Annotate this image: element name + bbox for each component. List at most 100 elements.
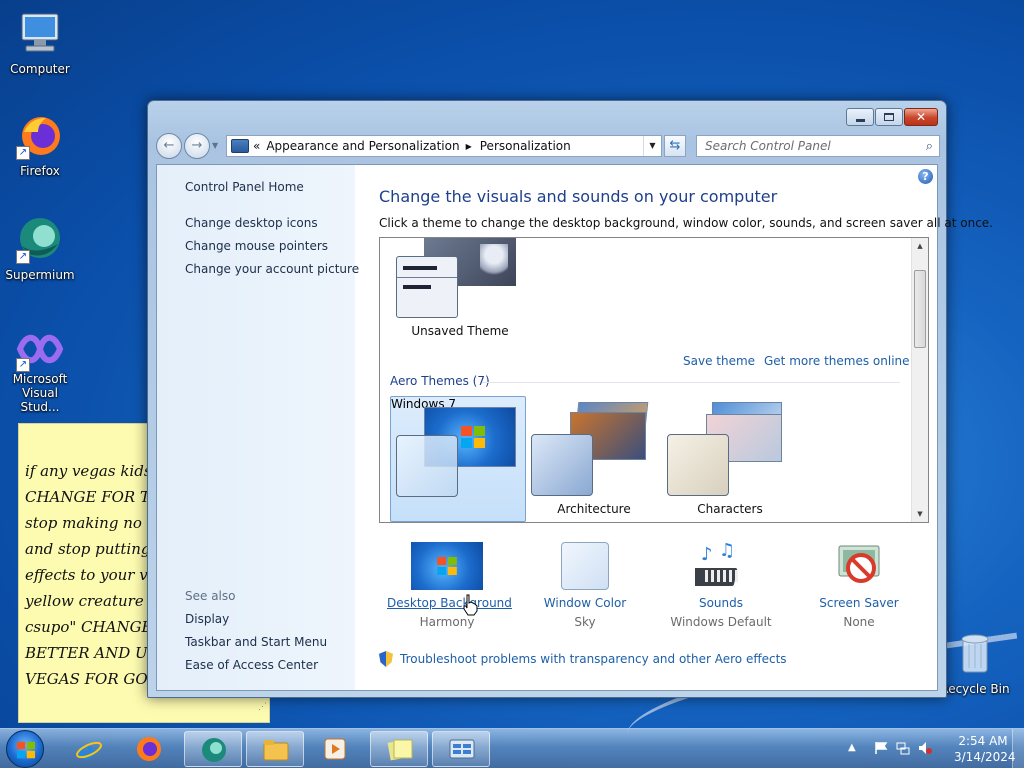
architecture-window-preview xyxy=(531,434,593,496)
address-bar[interactable]: « Appearance and Personalization ▶ Perso… xyxy=(226,135,662,157)
refresh-button[interactable]: ⇆ xyxy=(664,135,686,157)
sounds-setting[interactable]: ♪ ♫ Sounds Windows Default xyxy=(661,540,781,629)
breadcrumb-personalization[interactable]: Personalization xyxy=(480,139,571,153)
back-arrow-icon: ← xyxy=(163,138,175,153)
taskbar-media-player[interactable] xyxy=(306,731,364,767)
unsaved-theme-window-preview xyxy=(396,256,458,318)
desktop-background-setting[interactable]: Desktop Background Harmony xyxy=(387,542,512,629)
forward-button[interactable]: → xyxy=(184,133,210,159)
section-divider xyxy=(482,382,900,383)
change-mouse-pointers-link[interactable]: Change mouse pointers xyxy=(185,239,328,253)
breadcrumb-appearance[interactable]: Appearance and Personalization xyxy=(266,139,459,153)
theme-architecture[interactable]: Architecture xyxy=(530,396,658,522)
window-color-value: Sky xyxy=(574,615,596,629)
control-panel-home-link[interactable]: Control Panel Home xyxy=(185,180,304,194)
media-player-icon xyxy=(324,738,346,760)
taskbar-control-panel[interactable] xyxy=(432,731,490,767)
save-theme-link[interactable]: Save theme xyxy=(683,354,755,368)
search-icon[interactable]: ⌕ xyxy=(926,139,933,154)
sounds-icon: ♪ ♫ xyxy=(690,540,747,590)
volume-muted-icon[interactable] xyxy=(918,741,932,755)
scroll-up-icon[interactable]: ▲ xyxy=(912,238,928,254)
theme-label: Unsaved Theme xyxy=(411,324,509,338)
back-button[interactable]: ← xyxy=(156,133,182,159)
clock-date: 3/14/2024 xyxy=(954,750,1016,764)
desktop-background-icon xyxy=(411,542,483,590)
action-center-flag-icon[interactable] xyxy=(874,741,888,755)
recent-pages-dropdown-icon[interactable]: ▼ xyxy=(212,141,218,150)
desktop-icon-firefox[interactable]: ↗ Firefox xyxy=(0,112,80,178)
page-subtitle: Click a theme to change the desktop back… xyxy=(379,216,993,230)
shortcut-arrow-icon: ↗ xyxy=(16,358,30,372)
computer-icon xyxy=(16,10,64,58)
breadcrumb-overflow[interactable]: « xyxy=(253,139,260,153)
desktop-background-link[interactable]: Desktop Background xyxy=(387,596,512,610)
clock[interactable]: 2:54 AM 3/14/2024 xyxy=(954,733,1016,765)
address-dropdown-icon[interactable]: ▼ xyxy=(643,136,661,156)
firefox-icon: ↗ xyxy=(16,112,64,160)
troubleshoot-link[interactable]: Troubleshoot problems with transparency … xyxy=(379,651,787,667)
aero-themes-heading: Aero Themes (7) xyxy=(390,374,490,388)
maximize-button[interactable] xyxy=(875,108,903,126)
sounds-link[interactable]: Sounds xyxy=(661,596,781,610)
taskbar-internet-explorer[interactable]: e xyxy=(60,731,118,767)
desktop-icon-recycle-bin[interactable]: Recycle Bin xyxy=(935,630,1015,696)
help-icon[interactable]: ? xyxy=(918,169,933,184)
change-desktop-icons-link[interactable]: Change desktop icons xyxy=(185,216,318,230)
taskbar-supermium[interactable] xyxy=(184,731,242,767)
start-button[interactable] xyxy=(6,730,44,768)
window-color-icon xyxy=(561,542,609,590)
search-input[interactable]: Search Control Panel ⌕ xyxy=(696,135,940,157)
personalization-window: ✕ ← → ▼ « Appearance and Personalization… xyxy=(147,100,993,698)
desktop-icon-visual-studio[interactable]: ↗ Microsoft Visual Stud... xyxy=(0,330,80,414)
theme-characters[interactable]: Characters xyxy=(666,396,794,522)
desktop-icon-label: Computer xyxy=(10,62,70,76)
control-panel-icon xyxy=(449,739,475,759)
show-desktop-button[interactable] xyxy=(1012,729,1024,768)
refresh-icon: ⇆ xyxy=(669,138,681,153)
recycle-bin-icon xyxy=(951,630,999,678)
theme-list[interactable]: Unsaved Theme Save theme Get more themes… xyxy=(379,237,929,523)
clock-time: 2:54 AM xyxy=(958,734,1008,748)
theme-windows-7[interactable]: Windows 7 xyxy=(390,396,526,522)
page-title: Change the visuals and sounds on your co… xyxy=(379,187,778,206)
scroll-down-icon[interactable]: ▼ xyxy=(912,506,928,522)
hand-cursor-icon xyxy=(463,594,478,616)
theme-list-scrollbar[interactable]: ▲ ▼ xyxy=(911,238,928,522)
windows-logo-icon xyxy=(17,741,35,759)
theme-unsaved[interactable]: Unsaved Theme xyxy=(380,238,540,338)
window-color-setting[interactable]: Window Color Sky xyxy=(525,542,645,629)
desktop-background-value: Harmony xyxy=(419,615,475,629)
taskbar-start-menu-link[interactable]: Taskbar and Start Menu xyxy=(185,635,327,649)
close-icon: ✕ xyxy=(915,110,927,124)
ease-of-access-link[interactable]: Ease of Access Center xyxy=(185,658,318,672)
taskbar-sticky-notes[interactable] xyxy=(370,731,428,767)
breadcrumb-separator-icon[interactable]: ▶ xyxy=(466,142,472,151)
window-color-link[interactable]: Window Color xyxy=(525,596,645,610)
screen-saver-setting[interactable]: Screen Saver None xyxy=(799,542,919,629)
forward-arrow-icon: → xyxy=(191,138,203,153)
control-panel-icon xyxy=(231,139,249,153)
desktop-icon-label: Microsoft Visual Stud... xyxy=(12,372,68,414)
shortcut-arrow-icon: ↗ xyxy=(16,146,30,160)
sounds-value: Windows Default xyxy=(670,615,772,629)
desktop-icon-computer[interactable]: Computer xyxy=(0,10,80,76)
show-hidden-icons-icon[interactable]: ▲ xyxy=(848,742,856,753)
minimize-button[interactable] xyxy=(846,108,874,126)
get-more-themes-link[interactable]: Get more themes online xyxy=(764,354,910,368)
desktop-icon-supermium[interactable]: ↗ Supermium xyxy=(0,216,80,282)
taskbar-explorer[interactable] xyxy=(246,731,304,767)
maximize-icon xyxy=(884,113,894,121)
content-area: Control Panel Home Change desktop icons … xyxy=(156,164,993,691)
change-account-picture-link[interactable]: Change your account picture xyxy=(185,262,359,276)
svg-text:♫: ♫ xyxy=(719,542,735,561)
system-tray: ▲ 2:54 AM 3/14/2024 xyxy=(834,729,1024,768)
taskbar-firefox[interactable] xyxy=(120,731,178,767)
network-icon[interactable] xyxy=(896,741,910,755)
close-button[interactable]: ✕ xyxy=(904,108,938,126)
desktop-icon-label: Recycle Bin xyxy=(940,682,1010,696)
caption-buttons: ✕ xyxy=(846,108,938,126)
display-link[interactable]: Display xyxy=(185,612,229,626)
screen-saver-link[interactable]: Screen Saver xyxy=(799,596,919,610)
scroll-thumb[interactable] xyxy=(914,270,926,348)
